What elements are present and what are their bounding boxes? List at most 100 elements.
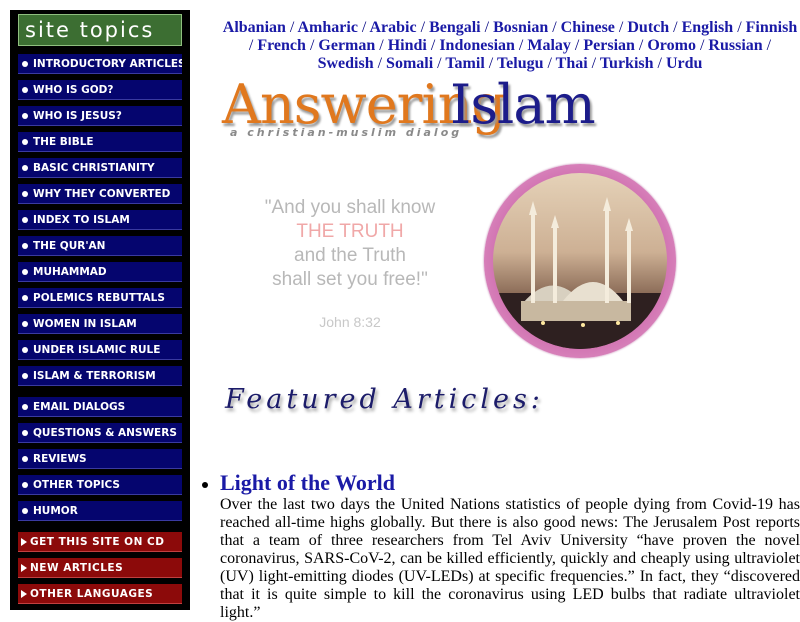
language-link[interactable]: French [257,37,306,54]
topics-nav: INTRODUCTORY ARTICLES WHO IS GOD? WHO IS… [18,54,182,610]
bullet-icon [22,404,28,410]
mosque-photo [493,173,667,349]
language-link[interactable]: Somali [386,55,433,72]
language-link[interactable]: Telugu [497,55,544,72]
language-link[interactable]: English [682,19,734,36]
nav-item-get-site-on-cd[interactable]: GET THIS SITE ON CD [18,532,182,552]
language-links: Albanian / Amharic / Arabic / Bengali / … [220,19,800,73]
separator: / [518,37,524,54]
nav-item-label: INTRODUCTORY ARTICLES [33,58,182,70]
nav-item-other-languages[interactable]: OTHER LANGUAGES [18,584,182,604]
bullet-icon [22,347,28,353]
nav-item-questions-answers[interactable]: QUESTIONS & ANSWERS [18,423,182,443]
quote-line: shall set you free!" [272,269,428,290]
nav-item-index-to-islam[interactable]: INDEX TO ISLAM [18,210,182,230]
separator: / [574,37,580,54]
language-link[interactable]: Tamil [445,55,484,72]
nav-item-label: NEW ARTICLES [30,562,124,574]
separator: / [289,19,295,36]
nav-item-the-quran[interactable]: THE QUR'AN [18,236,182,256]
nav-item-label: HUMOR [33,505,78,517]
separator: / [377,55,383,72]
nav-item-reviews[interactable]: REVIEWS [18,449,182,469]
nav-item-who-is-jesus[interactable]: WHO IS JESUS? [18,106,182,126]
language-link[interactable]: Oromo [647,37,696,54]
arrow-right-icon [21,590,27,598]
bullet-icon [22,165,28,171]
answering-islam-logo[interactable]: Answering Islam a christian-muslim dialo… [222,74,682,154]
bullet-icon [22,373,28,379]
language-link[interactable]: Chinese [561,19,615,36]
language-link[interactable]: Arabic [370,19,417,36]
nav-item-introductory-articles[interactable]: INTRODUCTORY ARTICLES [18,54,182,74]
nav-item-polemics-rebuttals[interactable]: POLEMICS REBUTTALS [18,288,182,308]
nav-item-why-they-converted[interactable]: WHY THEY CONVERTED [18,184,182,204]
language-link[interactable]: German [318,37,375,54]
site-topics-sidebar: site topics INTRODUCTORY ARTICLES WHO IS… [10,10,190,610]
nav-item-basic-christianity[interactable]: BASIC CHRISTIANITY [18,158,182,178]
quote-line: and the Truth [294,245,406,266]
language-link[interactable]: Bengali [429,19,481,36]
language-link[interactable]: Hindi [388,37,427,54]
nav-item-label: WHO IS GOD? [33,84,114,96]
bullet-icon [22,113,28,119]
bullet-icon [22,456,28,462]
nav-item-women-in-islam[interactable]: WOMEN IN ISLAM [18,314,182,334]
bullet-icon [22,217,28,223]
language-link[interactable]: Albanian [223,19,286,36]
nav-item-the-bible[interactable]: THE BIBLE [18,132,182,152]
separator: / [657,55,662,72]
nav-item-label: ISLAM & TERRORISM [33,370,156,382]
bullet-icon [22,61,28,67]
nav-item-label: THE QUR'AN [33,240,106,252]
separator: / [379,37,384,54]
nav-item-islam-and-terrorism[interactable]: ISLAM & TERRORISM [18,366,182,386]
separator: / [547,55,552,72]
featured-articles-heading: Featured Articles: [225,384,544,415]
nav-item-label: REVIEWS [33,453,87,465]
bullet-icon [22,508,28,514]
separator: / [248,37,254,54]
mosque-image [484,164,676,358]
language-link[interactable]: Dutch [627,19,669,36]
language-link[interactable]: Russian [708,37,762,54]
arrow-right-icon [21,564,27,572]
language-link[interactable]: Indonesian [439,37,515,54]
language-link[interactable]: Malay [527,37,571,54]
nav-item-humor[interactable]: HUMOR [18,501,182,521]
nav-item-label: MUHAMMAD [33,266,107,278]
nav-item-new-articles[interactable]: NEW ARTICLES [18,558,182,578]
logo-tagline: a christian-muslim dialog [230,126,463,139]
language-link[interactable]: Persian [583,37,635,54]
language-link[interactable]: Turkish [600,55,654,72]
nav-item-under-islamic-rule[interactable]: UNDER ISLAMIC RULE [18,340,182,360]
language-link[interactable]: Bosnian [493,19,548,36]
nav-item-label: POLEMICS REBUTTALS [33,292,165,304]
language-link[interactable]: Thai [556,55,588,72]
quote-reference: John 8:32 [319,314,381,330]
language-link[interactable]: Swedish [318,55,374,72]
language-link[interactable]: Urdu [666,55,702,72]
separator: / [673,19,678,36]
separator: / [737,19,742,36]
nav-item-who-is-god[interactable]: WHO IS GOD? [18,80,182,100]
nav-item-label: BASIC CHRISTIANITY [33,162,155,174]
article-excerpt: Over the last two days the United Nation… [220,496,800,621]
nav-item-label: OTHER LANGUAGES [30,588,154,600]
bullet-icon [22,482,28,488]
nav-item-email-dialogs[interactable]: EMAIL DIALOGS [18,397,182,417]
mosque-skyline-icon [493,197,667,349]
nav-item-label: QUESTIONS & ANSWERS [33,427,177,439]
bullet-icon [22,321,28,327]
separator: / [618,19,624,36]
article-title-link[interactable]: Light of the World [220,470,395,496]
bullet-icon [22,243,28,249]
nav-item-muhammad[interactable]: MUHAMMAD [18,262,182,282]
language-link[interactable]: Finnish [746,19,798,36]
separator: / [420,19,426,36]
bullet-icon [22,87,28,93]
language-link[interactable]: Amharic [297,19,357,36]
nav-item-other-topics[interactable]: OTHER TOPICS [18,475,182,495]
separator: / [430,37,436,54]
nav-item-label: WHY THEY CONVERTED [33,188,171,200]
